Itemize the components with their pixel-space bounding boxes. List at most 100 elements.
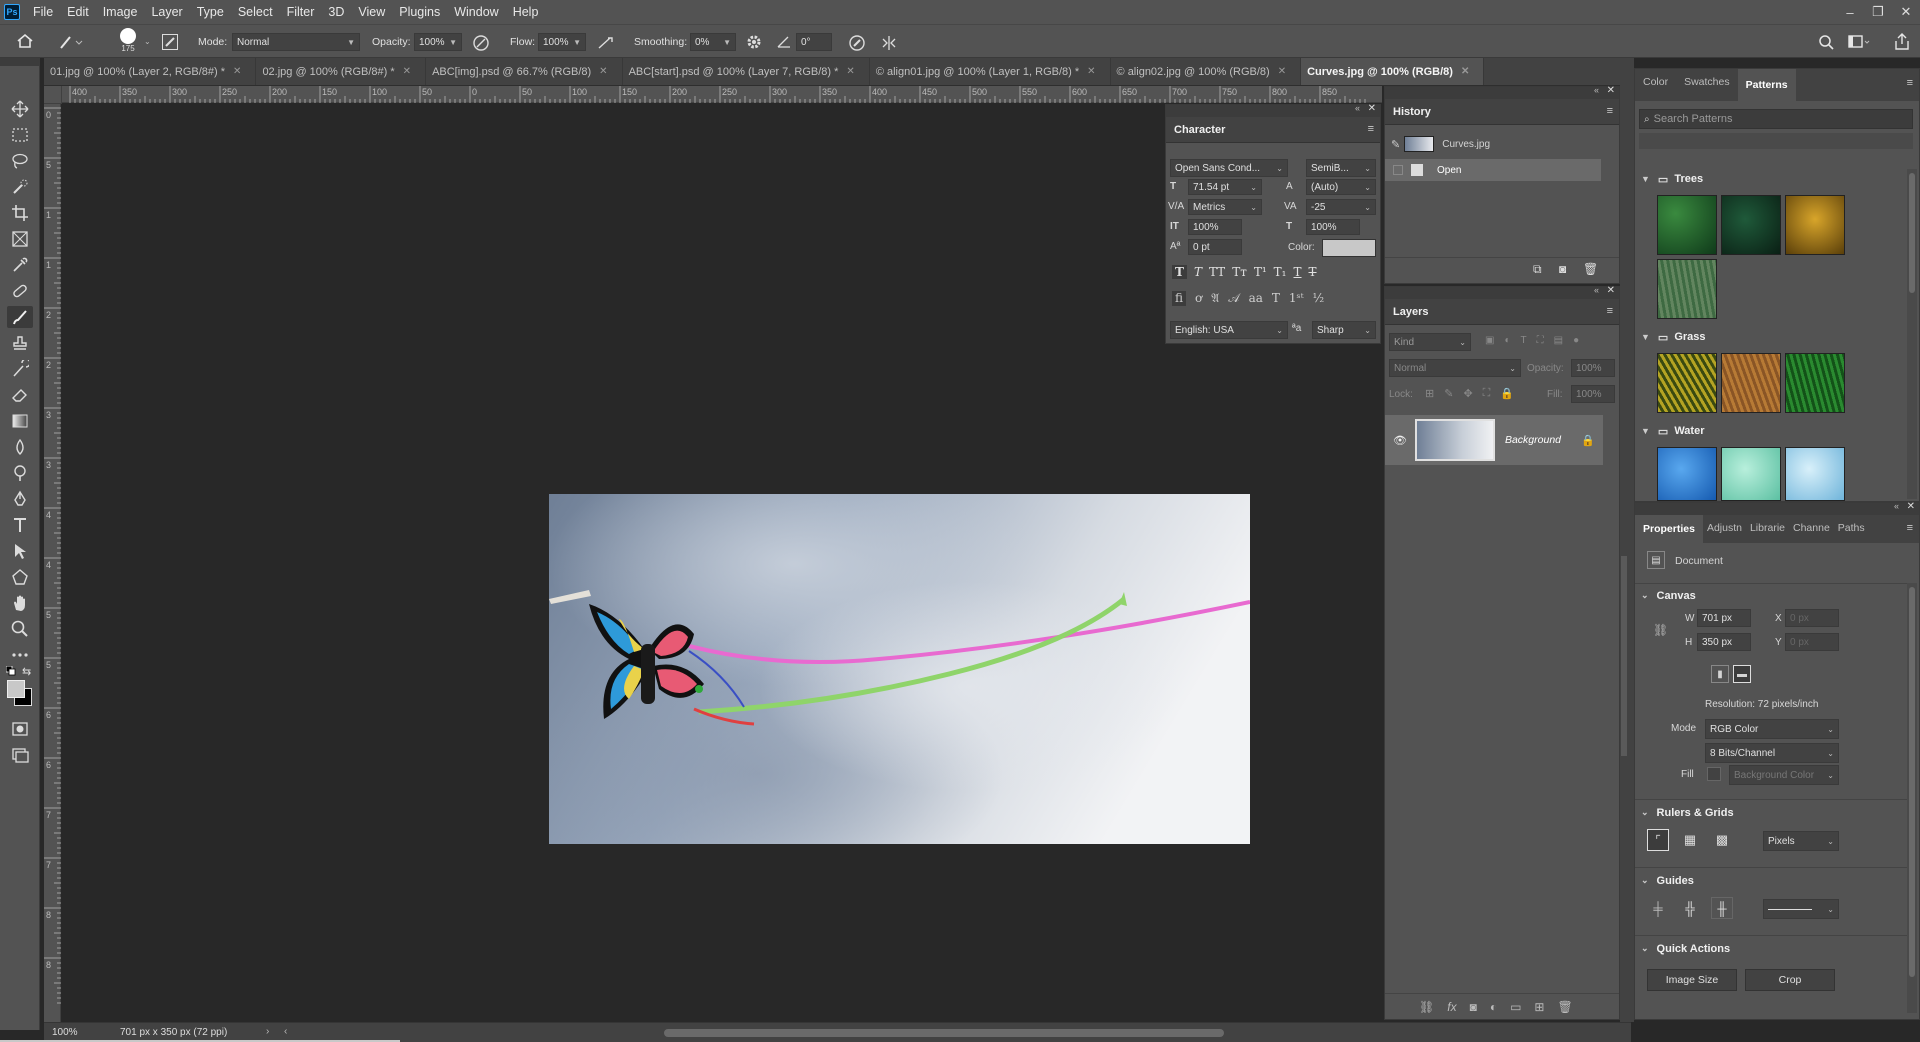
grid-icon[interactable]: ▦ [1679, 829, 1701, 851]
menu-window[interactable]: Window [447, 5, 505, 19]
crop-button[interactable]: Crop [1745, 969, 1835, 991]
tab-document[interactable]: ABC[start].psd @ 100% (Layer 7, RGB/8) *… [623, 58, 870, 85]
flow-input[interactable]: 100% ▼ [538, 33, 586, 51]
tab-libraries[interactable]: Librarie [1746, 515, 1789, 541]
panel-menu-icon[interactable]: ≡ [1607, 305, 1613, 317]
section-rulers-grids[interactable]: ⌄ Rulers & Grids [1635, 799, 1915, 821]
collapse-icon[interactable]: « [1594, 285, 1599, 295]
tab-channels[interactable]: Channe [1789, 515, 1834, 541]
close-icon[interactable]: ✕ [599, 66, 607, 77]
lasso-tool-icon[interactable] [7, 150, 33, 172]
font-size-input[interactable]: 71.54 pt ⌄ [1188, 179, 1262, 195]
pattern-swatch[interactable] [1721, 447, 1781, 501]
trash-icon[interactable]: 🗑 [1583, 262, 1598, 276]
panel-menu-icon[interactable]: ≡ [1368, 123, 1374, 135]
pattern-swatch[interactable] [1657, 195, 1717, 255]
pixel-filter-icon[interactable]: ▣ [1485, 335, 1494, 346]
history-scrollbar[interactable] [1601, 127, 1619, 257]
collapse-icon[interactable]: « [1594, 85, 1599, 95]
history-source-box[interactable] [1393, 165, 1403, 175]
pressure-opacity-icon[interactable] [472, 34, 490, 52]
st-button[interactable]: 1ˢᵗ [1289, 291, 1304, 306]
pattern-swatch[interactable] [1721, 353, 1781, 413]
panel-menu-icon[interactable]: ≡ [1907, 522, 1913, 534]
tab-color[interactable]: Color [1635, 69, 1676, 95]
lock-position-icon[interactable]: ✥ [1463, 387, 1472, 400]
layer-name[interactable]: Background [1505, 434, 1561, 446]
hand-tool-icon[interactable] [7, 592, 33, 614]
scrollbar-thumb[interactable] [1909, 173, 1915, 293]
add-mask-icon[interactable]: ◙ [1470, 1000, 1477, 1014]
horizontal-scrollbar-thumb[interactable] [664, 1029, 1224, 1037]
image-size-button[interactable]: Image Size [1647, 969, 1737, 991]
dock-resize-handle[interactable] [1621, 556, 1627, 756]
fill-select[interactable]: Background Color ⌄ [1729, 765, 1839, 785]
type-filter-icon[interactable]: T [1521, 335, 1527, 346]
minimize-icon[interactable]: – [1836, 0, 1864, 24]
path-selection-tool-icon[interactable] [7, 540, 33, 562]
patterns-scrollbar[interactable] [1907, 169, 1917, 499]
close-icon[interactable]: ✕ [1087, 66, 1095, 77]
width-input[interactable]: 701 px [1697, 609, 1751, 627]
collapse-icon[interactable]: « [1355, 103, 1360, 113]
menu-file[interactable]: File [26, 5, 60, 19]
baseline-shift-input[interactable]: 0 pt [1188, 239, 1242, 255]
smoothing-input[interactable]: 0% ▼ [690, 33, 736, 51]
close-icon[interactable]: ✕ [403, 66, 411, 77]
pattern-swatch[interactable] [1721, 195, 1781, 255]
fill-color-swatch[interactable] [1707, 767, 1721, 781]
close-icon[interactable]: ✕ [1907, 501, 1915, 512]
text-color-swatch[interactable] [1322, 239, 1376, 257]
brush-settings-icon[interactable] [162, 34, 178, 50]
ordinals-button[interactable]: T [1272, 291, 1280, 306]
chevron-left-icon[interactable]: ‹ [284, 1026, 287, 1037]
color-mode-select[interactable]: RGB Color ⌄ [1705, 719, 1839, 739]
shape-filter-icon[interactable]: ⛶ [1537, 335, 1544, 346]
close-icon[interactable]: ✕ [846, 66, 854, 77]
zoom-level[interactable]: 100% [52, 1027, 78, 1038]
gear-icon[interactable] [746, 34, 762, 50]
titling-alternates-button[interactable]: aa [1249, 291, 1263, 306]
angle-input[interactable]: 0° [796, 33, 832, 51]
tab-patterns[interactable]: Patterns [1737, 69, 1796, 101]
pattern-swatch[interactable] [1785, 353, 1845, 413]
group-grass[interactable]: ▼ ▭ Grass [1635, 327, 1915, 347]
units-select[interactable]: Pixels ⌄ [1763, 831, 1839, 851]
ruler-toggle-icon[interactable]: ⌜ [1647, 829, 1669, 851]
screen-mode-icon[interactable] [7, 744, 33, 766]
lock-transparency-icon[interactable]: ⊞ [1425, 387, 1434, 400]
menu-layer[interactable]: Layer [144, 5, 189, 19]
pixel-grid-icon[interactable]: ▩ [1711, 829, 1733, 851]
smart-object-filter-icon[interactable]: ▤ [1554, 335, 1563, 346]
all-caps-button[interactable]: TT [1209, 265, 1225, 279]
close-icon[interactable]: ✕ [1607, 85, 1615, 96]
panel-menu-icon[interactable]: ≡ [1607, 105, 1613, 117]
close-icon[interactable]: ✕ [233, 66, 241, 77]
layer-filter-kind[interactable]: Kind ⌄ [1389, 333, 1471, 351]
group-trees[interactable]: ▼ ▭ Trees [1635, 169, 1915, 189]
frame-tool-icon[interactable] [7, 228, 33, 250]
language-select[interactable]: English: USA ⌄ [1170, 321, 1288, 339]
anti-alias-select[interactable]: Sharp ⌄ [1312, 321, 1376, 339]
toolbar-grip[interactable] [0, 58, 40, 66]
home-icon[interactable] [16, 32, 34, 50]
menu-select[interactable]: Select [231, 5, 280, 19]
close-icon[interactable]: ✕ [1461, 66, 1469, 77]
opacity-input[interactable]: 100% ▼ [414, 33, 462, 51]
close-icon[interactable]: ✕ [1368, 103, 1376, 114]
tab-document[interactable]: ABC[img].psd @ 66.7% (RGB/8) ✕ [426, 58, 623, 85]
chevron-right-icon[interactable]: › [266, 1026, 269, 1037]
strikethrough-button[interactable]: T [1309, 265, 1317, 279]
close-icon[interactable]: ✕ [1607, 285, 1615, 296]
section-canvas[interactable]: ⌄ Canvas [1635, 583, 1915, 603]
brush-tool-icon[interactable] [7, 306, 33, 328]
height-input[interactable]: 350 px [1697, 633, 1751, 651]
document-canvas-kite-image[interactable] [549, 494, 1250, 844]
faux-bold-button[interactable]: T [1172, 265, 1187, 279]
font-family-select[interactable]: Open Sans Cond... ⌄ [1170, 159, 1288, 177]
zoom-tool-icon[interactable] [7, 618, 33, 640]
panel-menu-icon[interactable]: ≡ [1907, 77, 1913, 89]
shape-tool-icon[interactable] [7, 566, 33, 588]
tab-document[interactable]: 02.jpg @ 100% (RGB/8#) * ✕ [256, 58, 427, 85]
pattern-swatch[interactable] [1785, 447, 1845, 501]
